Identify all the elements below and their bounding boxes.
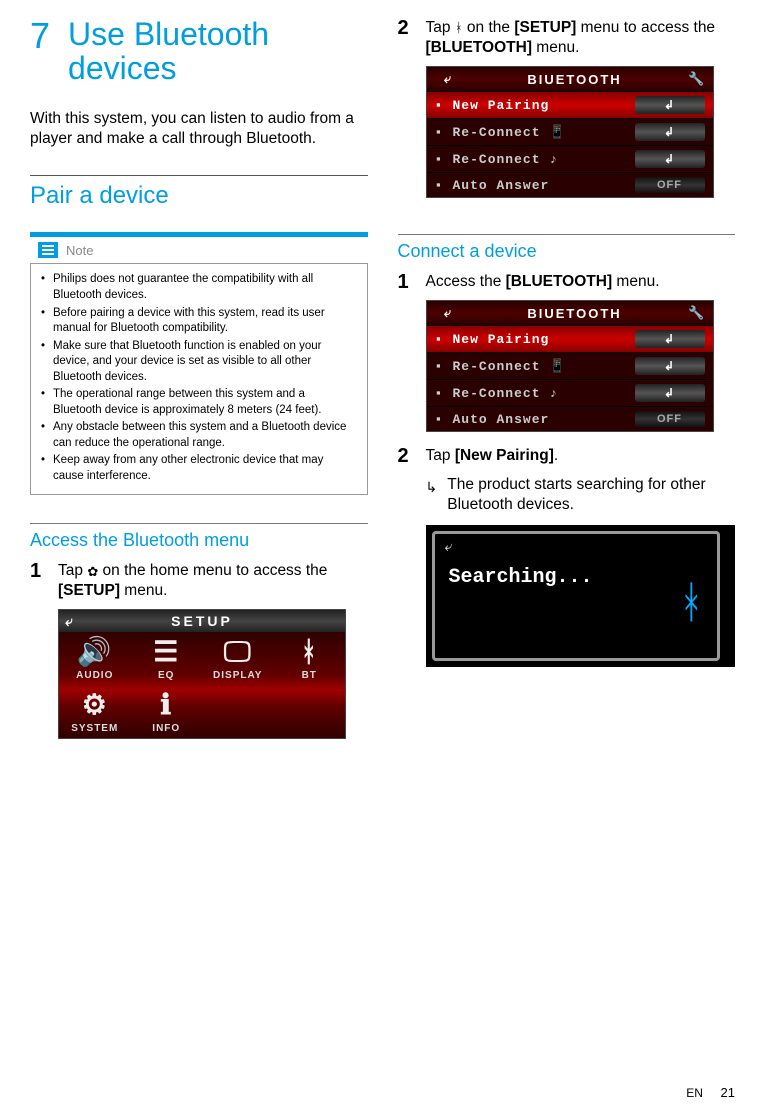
setup-audio[interactable]: 🔊AUDIO <box>59 632 131 685</box>
setup-display[interactable]: 🖵DISPLAY <box>202 632 274 685</box>
bluetooth-icon: ᚼ <box>276 638 344 666</box>
bluetooth-icon: ᚼ <box>678 578 704 628</box>
searching-screenshot: ⤶ Searching... ᚼ <box>426 525 736 667</box>
off-toggle[interactable]: OFF <box>635 177 705 193</box>
music-icon: ♪ <box>549 152 558 167</box>
intro-paragraph: With this system, you can listen to audi… <box>30 109 368 149</box>
note-item: Make sure that Bluetooth function is ena… <box>53 339 357 386</box>
step-number: 1 <box>398 272 414 292</box>
off-toggle[interactable]: OFF <box>635 411 705 427</box>
bt-reconnect-audio[interactable]: ▪Re-Connect ♪ ↲ <box>427 379 713 406</box>
setup-system[interactable]: ⚙SYSTEM <box>59 685 131 738</box>
wrench-icon[interactable]: 🔧 <box>685 305 707 321</box>
setup-title: SETUP <box>171 613 233 629</box>
gear-icon: ⚙ <box>61 691 129 719</box>
bt-auto-answer[interactable]: ▪Auto Answer OFF <box>427 172 713 197</box>
music-icon: ♪ <box>549 386 558 401</box>
step-result: ↳ The product starts searching for other… <box>426 475 736 515</box>
bluetooth-icon: ᚼ <box>455 21 463 34</box>
bluetooth-title: BIUETOOTH <box>465 72 685 87</box>
connect-heading: Connect a device <box>398 241 736 262</box>
back-icon[interactable]: ⤶ <box>433 305 465 321</box>
step-number: 2 <box>398 18 414 38</box>
bluetooth-menu-screenshot: ⤶ BIUETOOTH 🔧 ▪New Pairing ↲ ▪Re-Connect… <box>426 66 736 198</box>
equalizer-icon: ☰ <box>133 638 201 666</box>
bt-reconnect-phone[interactable]: ▪Re-Connect 📱 ↲ <box>427 352 713 379</box>
page-footer: EN 21 <box>686 1085 735 1100</box>
bt-new-pairing[interactable]: ▪New Pairing ↲ <box>427 91 713 118</box>
enter-icon[interactable]: ↲ <box>635 150 705 168</box>
step-number: 1 <box>30 561 46 581</box>
phone-icon: 📱 <box>549 125 566 140</box>
bt-reconnect-audio[interactable]: ▪Re-Connect ♪ ↲ <box>427 145 713 172</box>
step-number: 2 <box>398 446 414 466</box>
back-icon[interactable]: ⤶ <box>433 71 465 87</box>
display-icon: 🖵 <box>204 638 272 666</box>
footer-lang: EN <box>686 1086 703 1100</box>
searching-label: Searching... <box>449 566 593 589</box>
access-heading: Access the Bluetooth menu <box>30 530 368 551</box>
note-item: Philips does not guarantee the compatibi… <box>53 272 357 303</box>
note-item: The operational range between this syste… <box>53 387 357 418</box>
enter-icon[interactable]: ↲ <box>635 96 705 114</box>
enter-icon[interactable]: ↲ <box>635 123 705 141</box>
access-step-2: 2 Tap ᚼ on the [SETUP] menu to access th… <box>398 18 736 58</box>
access-step-1: 1 Tap ✿ on the home menu to access the [… <box>30 561 368 601</box>
setup-info[interactable]: ℹINFO <box>131 685 203 738</box>
enter-icon[interactable]: ↲ <box>635 384 705 402</box>
back-icon[interactable]: ⤶ <box>445 538 453 555</box>
footer-page: 21 <box>721 1085 735 1100</box>
wrench-icon[interactable]: 🔧 <box>685 71 707 87</box>
bluetooth-title: BIUETOOTH <box>465 306 685 321</box>
note-item: Any obstacle between this system and a B… <box>53 420 357 451</box>
connect-step-2: 2 Tap [New Pairing]. <box>398 446 736 466</box>
bluetooth-menu-screenshot-2: ⤶ BIUETOOTH 🔧 ▪New Pairing ↲ ▪Re-Connect… <box>426 300 736 432</box>
pair-heading: Pair a device <box>30 182 368 210</box>
connect-step-1: 1 Access the [BLUETOOTH] menu. <box>398 272 736 292</box>
setup-screenshot: ⤶ SETUP 🔊AUDIO ☰EQ 🖵DISPLAY ᚼBT ⚙SYSTEM … <box>58 609 368 739</box>
enter-icon[interactable]: ↲ <box>635 330 705 348</box>
enter-icon[interactable]: ↲ <box>635 357 705 375</box>
setup-bt[interactable]: ᚼBT <box>274 632 346 685</box>
note-item: Keep away from any other electronic devi… <box>53 453 357 484</box>
bt-auto-answer[interactable]: ▪Auto Answer OFF <box>427 406 713 431</box>
note-item: Before pairing a device with this system… <box>53 306 357 337</box>
speaker-icon: 🔊 <box>61 638 129 666</box>
back-icon[interactable]: ⤶ <box>65 613 76 630</box>
bt-reconnect-phone[interactable]: ▪Re-Connect 📱 ↲ <box>427 118 713 145</box>
section-rule <box>30 175 368 176</box>
gear-icon: ✿ <box>87 565 98 578</box>
info-icon: ℹ <box>133 691 201 719</box>
result-arrow-icon: ↳ <box>426 478 438 515</box>
section-rule <box>30 523 368 524</box>
bt-new-pairing[interactable]: ▪New Pairing ↲ <box>427 325 713 352</box>
chapter-number: 7 <box>30 18 50 54</box>
section-rule <box>398 234 736 235</box>
phone-icon: 📱 <box>549 359 566 374</box>
note-label: Note <box>66 243 93 258</box>
setup-eq[interactable]: ☰EQ <box>131 632 203 685</box>
note-icon <box>38 242 58 258</box>
note-block: Note Philips does not guarantee the comp… <box>30 232 368 495</box>
chapter-heading: 7 Use Bluetooth devices <box>30 18 368 85</box>
chapter-title: Use Bluetooth devices <box>68 18 367 85</box>
